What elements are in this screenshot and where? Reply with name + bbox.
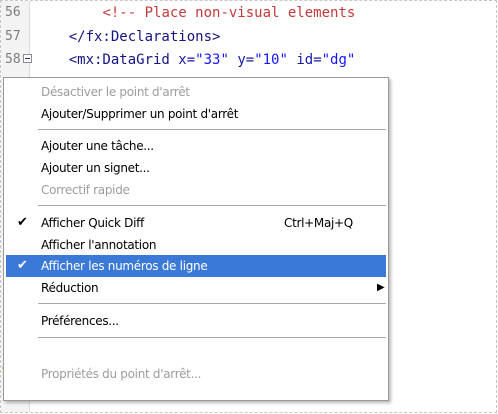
- menu-item[interactable]: ✔ Afficher Quick Diff Ctrl+Maj+Q: [6, 212, 386, 234]
- fold-toggle-icon[interactable]: [23, 54, 32, 63]
- code-token: y=: [228, 52, 255, 68]
- code-token: "10": [254, 52, 288, 68]
- code-text: <!-- Place non-visual elements: [35, 3, 355, 23]
- code-text: <mx:DataGrid x="33" y="10" id="dg": [35, 50, 356, 70]
- code-line[interactable]: 57 </fx:Declarations>: [1, 27, 496, 47]
- menu-item-label: Propriétés du point d'arrêt...: [41, 367, 202, 381]
- context-menu: Désactiver le point d'arrêt Ajouter/Suppr…: [3, 77, 389, 401]
- menu-item[interactable]: Préférences...: [6, 310, 386, 332]
- code-line[interactable]: 56 <!-- Place non-visual elements: [1, 3, 496, 23]
- menu-separator: [38, 337, 386, 338]
- line-number: 57: [5, 29, 21, 44]
- menu-item[interactable]: Ajouter un signet...: [6, 157, 386, 179]
- menu-item: Correctif rapide: [6, 179, 386, 201]
- menu-item-label: Ajouter une tâche...: [41, 139, 154, 153]
- menu-separator: [38, 129, 386, 130]
- code-token: x=: [169, 52, 196, 68]
- menu-item[interactable]: ✔ Afficher les numéros de ligne: [6, 255, 386, 277]
- menu-item[interactable]: Ajouter une tâche...: [6, 135, 386, 157]
- menu-item-label: Afficher l'annotation: [41, 238, 157, 252]
- code-token: </fx:Declarations>: [68, 29, 221, 45]
- code-line[interactable]: 58 <mx:DataGrid x="33" y="10" id="dg": [1, 50, 496, 70]
- menu-item-label: Afficher Quick Diff: [41, 216, 144, 230]
- checkmark-icon: ✔: [17, 258, 28, 273]
- code-token: "33": [195, 52, 229, 68]
- menu-item-label: Ajouter un signet...: [41, 161, 150, 175]
- menu-item-label: Désactiver le point d'arrêt: [41, 85, 190, 99]
- code-text: </fx:Declarations>: [35, 27, 221, 47]
- menu-item: Désactiver le point d'arrêt: [6, 81, 386, 103]
- menu-item-label: Réduction: [41, 281, 99, 295]
- menu-item-label: Correctif rapide: [41, 183, 130, 197]
- menu-item-label: Afficher les numéros de ligne: [41, 259, 208, 273]
- code-token: id=: [287, 52, 322, 68]
- menu-item-label: Préférences...: [41, 314, 119, 328]
- code-token: <mx:DataGrid: [68, 52, 170, 68]
- menu-separator: [38, 205, 386, 206]
- menu-item: Propriétés du point d'arrêt...: [6, 363, 386, 385]
- code-token: "dg": [321, 52, 356, 68]
- menu-item[interactable]: Réduction ▶: [6, 277, 386, 299]
- menu-item[interactable]: Ajouter/Supprimer un point d'arrêt: [6, 103, 386, 125]
- submenu-arrow-icon: ▶: [377, 282, 385, 293]
- menu-item-label: Ajouter/Supprimer un point d'arrêt: [41, 107, 239, 121]
- menu-separator: [38, 303, 386, 304]
- line-number: 56: [5, 5, 21, 20]
- menu-item-shortcut: Ctrl+Maj+Q: [284, 216, 353, 230]
- menu-item[interactable]: Afficher l'annotation: [6, 234, 386, 256]
- code-token: <!-- Place non-visual elements: [102, 5, 356, 21]
- checkmark-icon: ✔: [17, 215, 28, 230]
